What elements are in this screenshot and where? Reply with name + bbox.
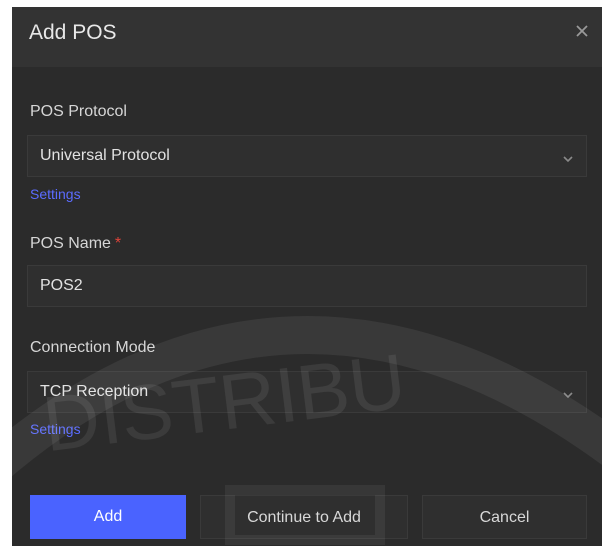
required-mark: *	[114, 235, 122, 252]
dialog-header: Add POS	[12, 7, 602, 67]
pos-name-input[interactable]: POS2	[27, 265, 587, 307]
pos-protocol-settings-link[interactable]: Settings	[30, 186, 81, 202]
pos-name-label-text: POS Name	[30, 235, 111, 252]
pos-protocol-select[interactable]: Universal Protocol	[27, 135, 587, 177]
connection-mode-value: TCP Reception	[40, 383, 149, 400]
pos-protocol-label: POS Protocol	[30, 103, 127, 120]
connection-mode-select[interactable]: TCP Reception	[27, 371, 587, 413]
chevron-down-icon	[562, 387, 574, 399]
add-pos-dialog: Add POS POS Protocol Universal Protocol …	[12, 7, 602, 546]
pos-name-value: POS2	[40, 277, 83, 294]
chevron-down-icon	[562, 151, 574, 163]
connection-mode-label: Connection Mode	[30, 339, 156, 356]
close-icon[interactable]	[572, 21, 592, 41]
add-button[interactable]: Add	[30, 495, 186, 539]
connection-mode-settings-link[interactable]: Settings	[30, 421, 81, 437]
continue-to-add-button[interactable]: Continue to Add	[200, 495, 408, 539]
pos-protocol-value: Universal Protocol	[40, 147, 170, 164]
cancel-button[interactable]: Cancel	[422, 495, 587, 539]
dialog-title: Add POS	[29, 21, 117, 44]
pos-name-label: POS Name *	[30, 235, 121, 253]
